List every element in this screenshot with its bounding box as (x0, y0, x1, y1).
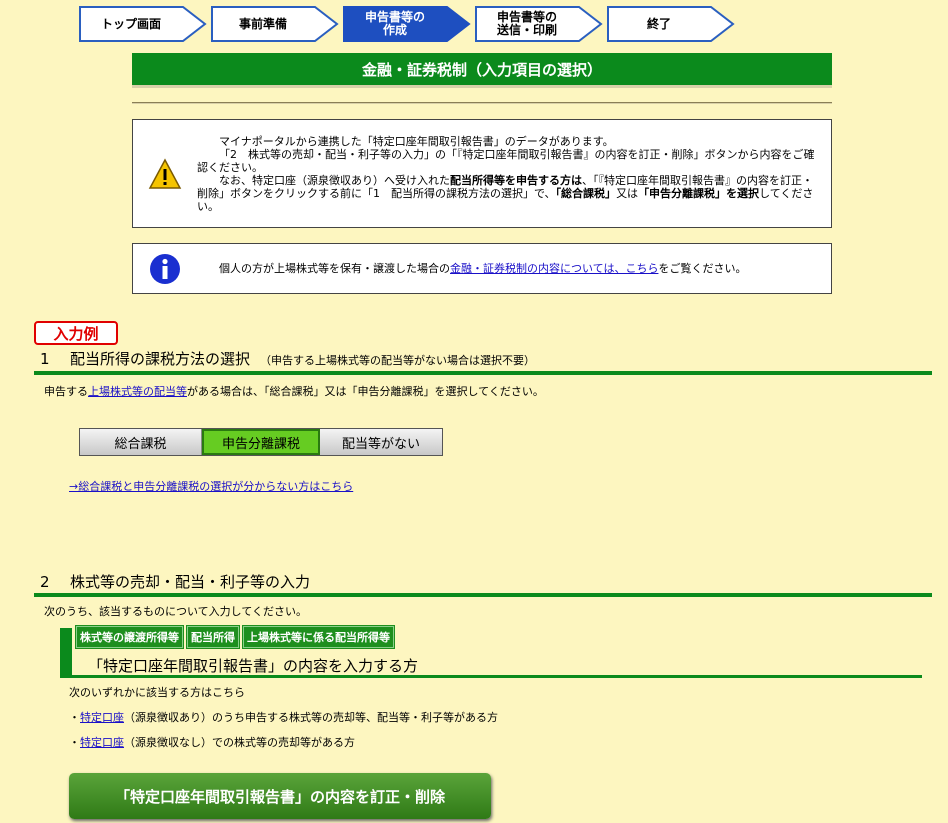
option-no-dividends[interactable]: 配当等がない (320, 429, 442, 455)
page-title: 金融・証券税制（入力項目の選択） (132, 53, 832, 88)
info-text: 個人の方が上場株式等を保有・譲渡した場合の金融・証券税制の内容については、こちら… (197, 262, 754, 275)
section-number: 1 (40, 350, 50, 368)
section-1-heading: 1 配当所得の課税方法の選択 （申告する上場株式等の配当等がない場合は選択不要） (40, 348, 535, 369)
edit-delete-report-button[interactable]: 「特定口座年間取引報告書」の内容を訂正・削除 (69, 773, 491, 819)
subsection-rule (60, 675, 922, 678)
bullet-no-withholding: ・特定口座（源泉徴収なし）での株式等の売却等がある方 (69, 736, 355, 749)
tax-system-link[interactable]: 金融・証券税制の内容については、こちら (450, 262, 658, 275)
step-label: 申告書等の 送信・印刷 (496, 10, 557, 37)
step-label: 事前準備 (238, 16, 287, 31)
bold-span: 「申告分離課税」 (638, 186, 727, 200)
text-span: なお、特定口座（源泉徴収あり）へ受け入れた (219, 173, 450, 187)
option-general-taxation[interactable]: 総合課税 (80, 429, 202, 455)
specific-account-link[interactable]: 特定口座 (80, 736, 124, 749)
section-1-rule (34, 371, 932, 375)
info-notice: 個人の方が上場株式等を保有・譲渡した場合の金融・証券税制の内容については、こちら… (132, 243, 832, 294)
text-span: をご覧ください。 (658, 262, 747, 275)
subsection-bar (60, 628, 72, 676)
listed-dividends-link[interactable]: 上場株式等の配当等 (88, 385, 187, 398)
section-number: 2 (40, 573, 50, 591)
warning-line-3: なお、特定口座（源泉徴収あり）へ受け入れた配当所得等を申告する方は、「『特定口座… (197, 174, 823, 213)
section-1-desc: 申告する上場株式等の配当等がある場合は、「総合課税」又は「申告分離課税」を選択し… (44, 383, 544, 399)
category-listed-dividend: 上場株式等に係る配当所得等 (242, 625, 395, 649)
category-dividend: 配当所得 (186, 625, 240, 649)
step-navigation: トップ画面 事前準備 申告書等の 作成 申告書等の 送信・印刷 終了 (79, 6, 739, 42)
section-2-desc: 次のうち、該当するものについて入力してください。 (44, 605, 308, 618)
warning-line-1: マイナポータルから連携した「特定口座年間取引報告書」のデータがあります。 (219, 134, 614, 148)
text-span: 又は (616, 186, 639, 200)
step-preparation: 事前準備 (211, 6, 339, 42)
bullet-withholding: ・特定口座（源泉徴収あり）のうち申告する株式等の売却等、配当等・利子等がある方 (69, 711, 498, 724)
step-finish: 終了 (607, 6, 735, 42)
subsection-title: 「特定口座年間取引報告書」の内容を入力する方 (88, 657, 419, 675)
text-span: 個人の方が上場株式等を保有・譲渡した場合の (219, 262, 450, 275)
specific-account-link[interactable]: 特定口座 (80, 711, 124, 724)
step-label: 終了 (646, 16, 671, 31)
input-example-tag: 入力例 (34, 321, 118, 345)
info-icon (133, 253, 197, 285)
bold-span: を選択 (726, 186, 760, 200)
category-stock-transfer: 株式等の譲渡所得等 (75, 625, 184, 649)
step-label: トップ画面 (100, 16, 161, 31)
warning-line-2: 「2 株式等の売却・配当・利子等の入力」の「『特定口座年間取引報告書』の内容を訂… (197, 147, 815, 174)
warning-icon (133, 157, 197, 190)
text-span: 申告する (44, 385, 88, 398)
subsection-desc: 次のいずれかに該当する方はこちら (69, 686, 245, 699)
step-create: 申告書等の 作成 (343, 6, 471, 42)
section-title: 株式等の売却・配当・利子等の入力 (70, 573, 311, 591)
section-2-heading: 2 株式等の売却・配当・利子等の入力 (40, 571, 310, 592)
warning-text: マイナポータルから連携した「特定口座年間取引報告書」のデータがあります。 「2 … (197, 135, 831, 213)
taxation-method-selector: 総合課税 申告分離課税 配当等がない (79, 428, 443, 456)
bold-span: 「総合課税」 (555, 186, 617, 200)
warning-notice: マイナポータルから連携した「特定口座年間取引報告書」のデータがあります。 「2 … (132, 119, 832, 228)
step-label: 申告書等の 作成 (364, 10, 425, 37)
section-2-rule (34, 593, 932, 597)
taxation-help-link[interactable]: →総合課税と申告分離課税の選択が分からない方はこちら (69, 478, 353, 494)
section-title: 配当所得の課税方法の選択 (70, 350, 251, 368)
bold-span: 配当所得等を申告する方は (450, 173, 582, 187)
option-separate-taxation[interactable]: 申告分離課税 (202, 429, 320, 455)
step-send-print: 申告書等の 送信・印刷 (475, 6, 603, 42)
text-span: がある場合は、「総合課税」又は「申告分離課税」を選択してください。 (187, 385, 544, 398)
step-top: トップ画面 (79, 6, 207, 42)
text-span: （源泉徴収なし）での株式等の売却等がある方 (124, 736, 355, 749)
category-tags: 株式等の譲渡所得等 配当所得 上場株式等に係る配当所得等 (75, 625, 398, 649)
text-span: （源泉徴収あり）のうち申告する株式等の売却等、配当等・利子等がある方 (124, 711, 498, 724)
header-divider (132, 102, 832, 104)
section-note: （申告する上場株式等の配当等がない場合は選択不要） (260, 354, 536, 367)
